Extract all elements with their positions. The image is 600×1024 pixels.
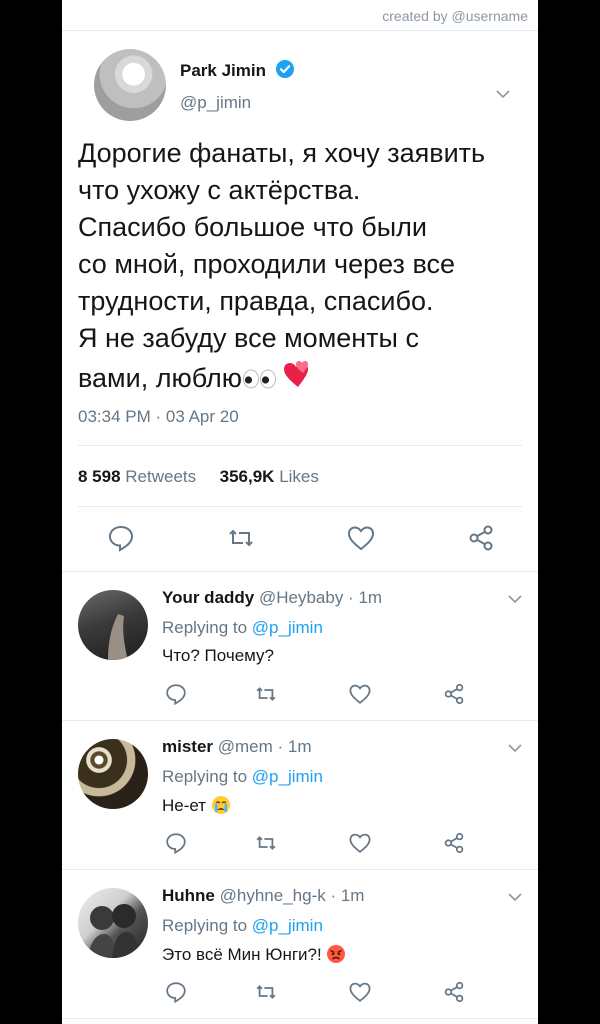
- likes-count[interactable]: 356,9K: [220, 467, 275, 486]
- reply-text-line: Это всё Мин Юнги?!: [162, 944, 346, 965]
- reply-text: Не-ет: [162, 796, 207, 815]
- reply-icon[interactable]: [106, 523, 136, 553]
- reply-icon[interactable]: [164, 682, 188, 706]
- reply-item[interactable]: Huhne @hyhne_hg-k · 1m Replying to @p_ji…: [62, 870, 538, 1019]
- retweet-icon[interactable]: [254, 980, 278, 1004]
- share-icon[interactable]: [442, 831, 466, 855]
- like-icon[interactable]: [348, 980, 372, 1004]
- like-icon[interactable]: [348, 682, 372, 706]
- replying-to: Replying to @p_jimin: [162, 767, 323, 787]
- share-icon[interactable]: [466, 523, 496, 553]
- hearts-emoji-icon: [278, 357, 312, 401]
- chevron-down-icon[interactable]: [508, 594, 522, 604]
- reply-author-name: mister: [162, 737, 214, 756]
- reply-icon[interactable]: [164, 831, 188, 855]
- angry-face-icon: [327, 945, 346, 963]
- credit-text: created by @username: [62, 0, 538, 31]
- reply-meta: @Heybaby · 1m: [258, 588, 383, 607]
- replying-to-link[interactable]: @p_jimin: [252, 618, 323, 637]
- tweet-actions: [78, 507, 522, 571]
- replying-prefix: Replying to: [162, 767, 248, 786]
- retweet-icon[interactable]: [226, 523, 256, 553]
- reply-text: Что? Почему?: [162, 646, 275, 665]
- avatar[interactable]: [78, 739, 148, 809]
- reply-text-line: Не-ет: [162, 795, 231, 816]
- tweet-timestamp[interactable]: 03:34 PM · 03 Apr 20: [78, 407, 522, 446]
- replying-prefix: Replying to: [162, 916, 248, 935]
- replying-prefix: Replying to: [162, 618, 248, 637]
- share-icon[interactable]: [442, 682, 466, 706]
- reply-author-name: Huhne: [162, 886, 215, 905]
- reply-author-line[interactable]: mister @mem · 1m: [162, 737, 312, 757]
- like-icon[interactable]: [346, 523, 376, 553]
- author-name-line[interactable]: Park Jimin: [180, 59, 295, 81]
- retweet-icon[interactable]: [254, 831, 278, 855]
- avatar[interactable]: [94, 49, 166, 121]
- share-icon[interactable]: [442, 980, 466, 1004]
- reply-icon[interactable]: [164, 980, 188, 1004]
- verified-icon: [275, 60, 294, 78]
- reply-author-line[interactable]: Your daddy @Heybaby · 1m: [162, 588, 382, 608]
- chevron-down-icon[interactable]: [508, 892, 522, 902]
- replying-to-link[interactable]: @p_jimin: [252, 767, 323, 786]
- reply-meta: @mem · 1m: [217, 737, 312, 756]
- avatar[interactable]: [78, 590, 148, 660]
- crying-face-icon: [211, 796, 230, 814]
- tweet-header: Park Jimin @p_jimin: [78, 31, 522, 123]
- tweet-screen: created by @username Park Jimin @p_jimin…: [62, 0, 538, 1024]
- avatar[interactable]: [78, 888, 148, 958]
- reply-author-name: Your daddy: [162, 588, 255, 607]
- author-handle[interactable]: @p_jimin: [180, 93, 251, 113]
- tweet-stats: 8 598 Retweets 356,9K Likes: [78, 446, 522, 507]
- retweets-label[interactable]: Retweets: [125, 467, 196, 486]
- author-name: Park Jimin: [180, 61, 266, 80]
- reply-meta: @hyhne_hg-k · 1m: [219, 886, 365, 905]
- like-icon[interactable]: [348, 831, 372, 855]
- retweet-icon[interactable]: [254, 682, 278, 706]
- chevron-down-icon[interactable]: [508, 743, 522, 753]
- reply-author-line[interactable]: Huhne @hyhne_hg-k · 1m: [162, 886, 364, 906]
- likes-label[interactable]: Likes: [279, 467, 319, 486]
- eyes-emoji-icon: [242, 364, 278, 401]
- replying-to: Replying to @p_jimin: [162, 618, 323, 638]
- reply-item[interactable]: Your daddy @Heybaby · 1m Replying to @p_…: [62, 572, 538, 721]
- main-tweet: Park Jimin @p_jimin Дорогие фанаты, я хо…: [62, 31, 538, 571]
- replying-to-link[interactable]: @p_jimin: [252, 916, 323, 935]
- tweet-text: Дорогие фанаты, я хочу заявить что ухожу…: [78, 123, 522, 401]
- reply-text: Это всё Мин Юнги?!: [162, 945, 322, 964]
- retweets-count[interactable]: 8 598: [78, 467, 121, 486]
- chevron-down-icon[interactable]: [496, 89, 510, 99]
- tweet-body: Дорогие фанаты, я хочу заявить что ухожу…: [78, 138, 486, 393]
- reply-item[interactable]: mister @mem · 1m Replying to @p_jimin Не…: [62, 721, 538, 870]
- replying-to: Replying to @p_jimin: [162, 916, 323, 936]
